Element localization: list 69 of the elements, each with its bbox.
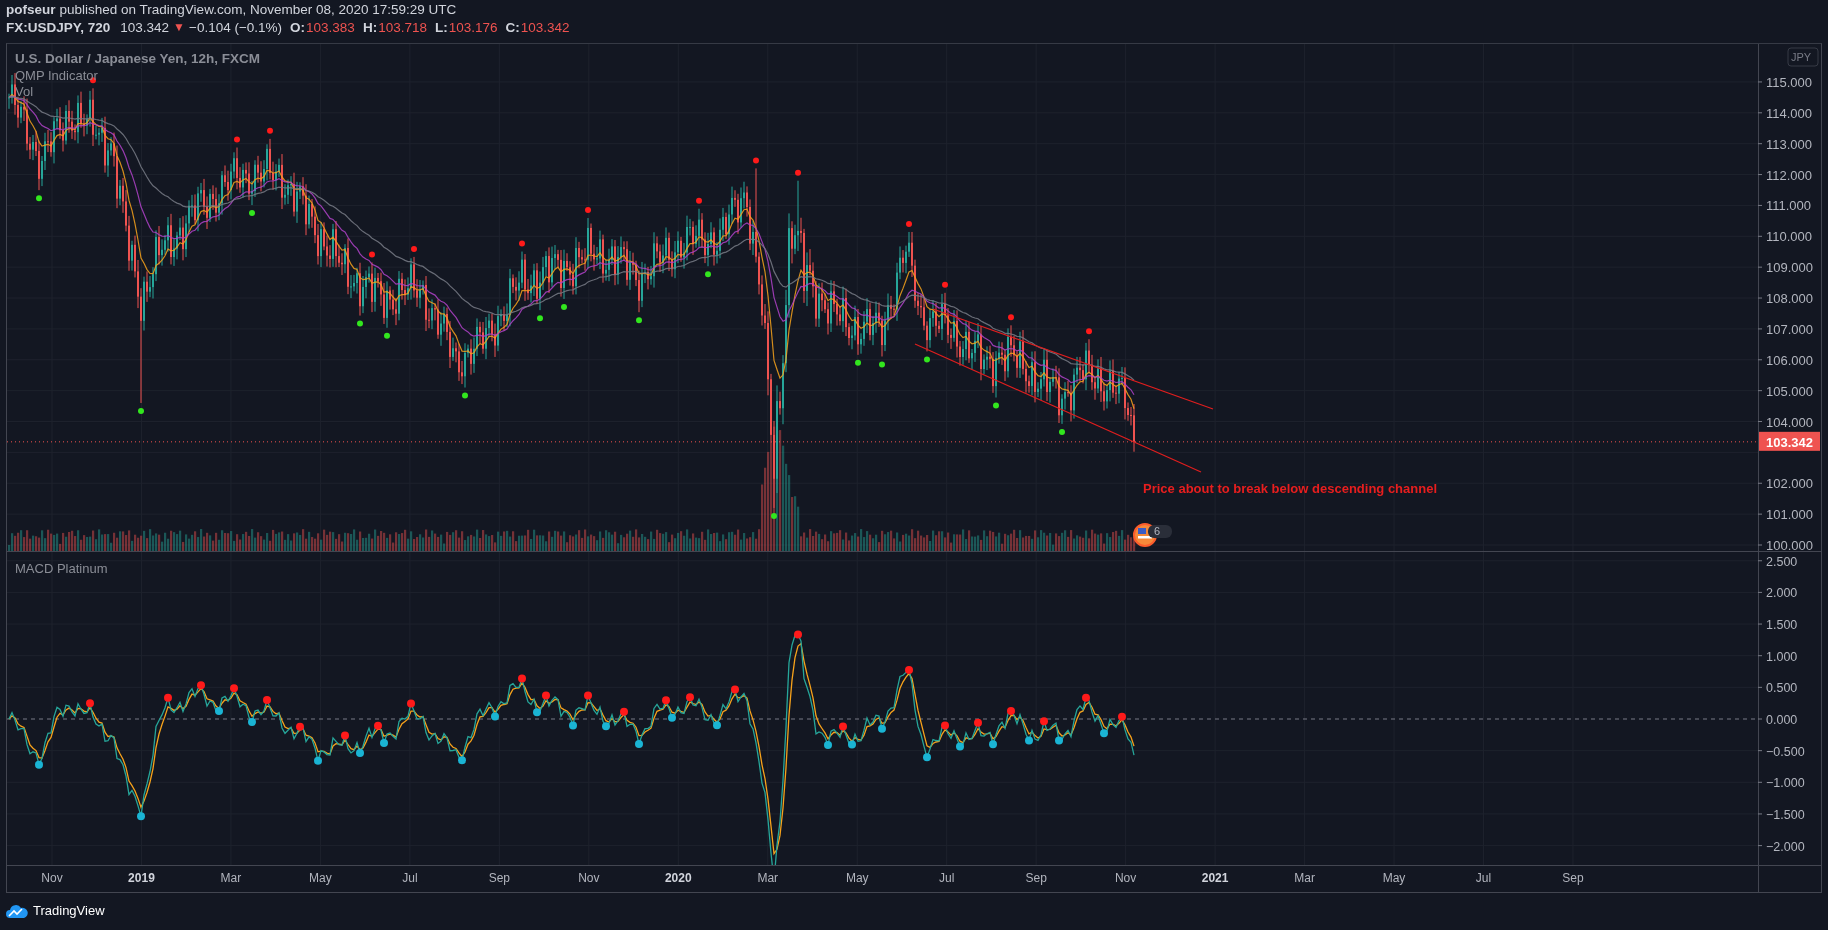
time-axis-label: May bbox=[845, 871, 869, 885]
time-axis-label: Sep bbox=[1562, 871, 1584, 885]
last-price-label: 103.342 bbox=[1759, 431, 1820, 451]
indicator-name[interactable]: MACD Platinum bbox=[15, 561, 108, 576]
price-axis-label: 112.000 bbox=[1766, 167, 1813, 183]
price-axis-label: 107.000 bbox=[1766, 321, 1813, 337]
ohlc-label: L: bbox=[434, 19, 448, 35]
time-axis-label: May bbox=[309, 871, 332, 885]
currency-badge[interactable] bbox=[1787, 47, 1819, 67]
event-count-badge bbox=[1148, 525, 1172, 538]
time-axis-label: Mar bbox=[220, 871, 242, 885]
price-axis-label: 109.000 bbox=[1766, 260, 1813, 276]
time-axis-label: Nov bbox=[578, 871, 600, 885]
macd-axis-label: −1.000 bbox=[1766, 776, 1805, 791]
price-axis-label: 104.000 bbox=[1766, 414, 1813, 430]
currency-label: JPY bbox=[1791, 51, 1812, 63]
time-axis-label: 2019 bbox=[128, 871, 155, 885]
ohlc-value: 103.176 bbox=[448, 19, 498, 35]
macd-axis-label: −2.000 bbox=[1766, 839, 1805, 854]
ohlc-value: 103.718 bbox=[378, 19, 427, 35]
time-axis-label: Nov bbox=[41, 871, 63, 885]
price-axis-label: 106.000 bbox=[1766, 352, 1813, 368]
symbol-name: FX:USDJPY, 720 bbox=[6, 19, 111, 35]
chart-annotation[interactable]: Price about to break below descending channel bbox=[1143, 481, 1437, 496]
ohlc-label: O: bbox=[290, 19, 306, 35]
ohlc-value: 103.342 bbox=[520, 19, 570, 35]
time-axis-label: May bbox=[1382, 871, 1406, 885]
price-axis-label: 100.000 bbox=[1766, 538, 1813, 551]
time-axis-label: Jul bbox=[1475, 871, 1492, 885]
price-axis-label: 111.000 bbox=[1766, 198, 1812, 214]
price-axis-label: 108.000 bbox=[1766, 291, 1813, 307]
macd-axis-label: 0.000 bbox=[1766, 713, 1798, 727]
price-axis-label: 110.000 bbox=[1766, 229, 1813, 245]
last-price: 103.342 bbox=[120, 19, 170, 35]
ohlc-label: H: bbox=[362, 19, 378, 35]
price-axis-label: 102.000 bbox=[1766, 476, 1813, 492]
price-axis-label: 105.000 bbox=[1766, 383, 1813, 399]
macd-axis-label: 1.000 bbox=[1766, 649, 1798, 664]
chart-title: U.S. Dollar / Japanese Yen, 12h, FXCM bbox=[15, 51, 261, 66]
macd-axis-label: 2.000 bbox=[1766, 586, 1798, 601]
time-axis-label: Mar bbox=[1294, 871, 1315, 885]
time-axis-label: Sep bbox=[488, 871, 511, 885]
time-axis-label: 2021 bbox=[1201, 871, 1229, 885]
macd-axis-label: 1.500 bbox=[1766, 618, 1798, 633]
price-axis-label: 113.000 bbox=[1766, 136, 1813, 152]
brand-name[interactable]: TradingView bbox=[33, 903, 105, 918]
time-axis-label: Jul bbox=[402, 871, 418, 885]
time-axis-label: Mar bbox=[757, 871, 779, 885]
time-axis-label: Jul bbox=[939, 871, 955, 885]
price-axis-label: 115.000 bbox=[1766, 74, 1813, 90]
indicator-name[interactable]: QMP Indicator bbox=[15, 68, 98, 83]
price-axis-label: 101.000 bbox=[1766, 507, 1813, 523]
time-axis-label: Nov bbox=[1114, 871, 1137, 885]
price-axis-label: 114.000 bbox=[1766, 105, 1813, 121]
change-arrow: ▼ bbox=[173, 20, 185, 34]
author-name[interactable]: pofseur bbox=[6, 1, 56, 17]
ohlc-label: C: bbox=[505, 19, 520, 35]
publish-info: published on TradingView.com, November 08, 2020 17:59:29 UTC bbox=[59, 1, 457, 17]
macd-axis-label: 2.500 bbox=[1766, 554, 1798, 569]
macd-axis-label: −0.500 bbox=[1766, 744, 1805, 759]
macd-axis-label: −1.500 bbox=[1766, 807, 1805, 822]
macd-axis-label: 0.500 bbox=[1766, 681, 1798, 696]
time-axis-label: 2020 bbox=[664, 871, 692, 885]
cloud-logo-icon bbox=[6, 903, 28, 918]
price-change: −0.104 (−0.1%) bbox=[189, 19, 283, 35]
time-axis-label: Sep bbox=[1025, 871, 1047, 885]
event-count: 6 bbox=[1154, 525, 1161, 537]
trend-channel-lines[interactable] bbox=[914, 308, 1214, 473]
ohlc-value: 103.383 bbox=[306, 19, 355, 35]
